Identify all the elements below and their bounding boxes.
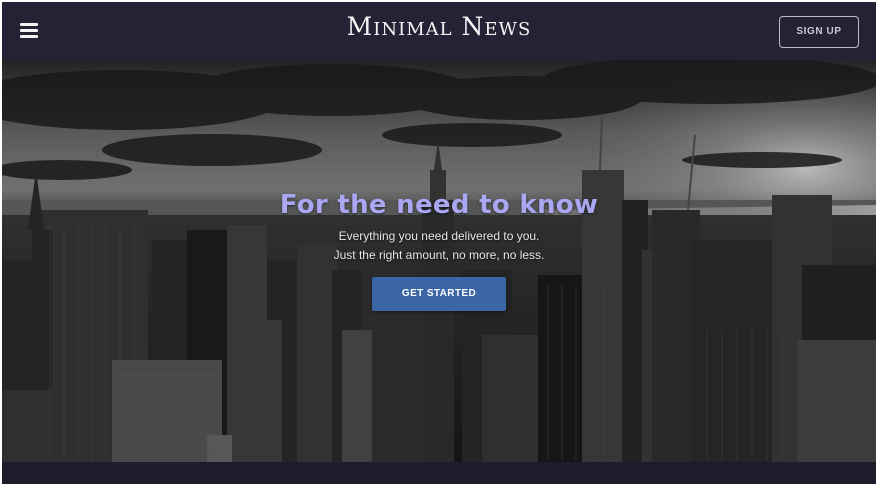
hero-subline-2: Just the right amount, no more, no less. (333, 248, 545, 262)
signup-button[interactable]: SIGN UP (779, 16, 859, 48)
site-logo[interactable]: Minimal News (2, 12, 876, 41)
bottom-bar (2, 462, 876, 484)
top-navbar: Minimal News SIGN UP (2, 2, 876, 60)
page-frame: Minimal News SIGN UP For the need to kno… (2, 2, 876, 484)
hero-section: For the need to know Everything you need… (2, 60, 876, 462)
hero-subline-1: Everything you need delivered to you. (338, 229, 540, 243)
hero-subtext: Everything you need delivered to you. Ju… (2, 227, 876, 265)
get-started-button[interactable]: GET STARTED (372, 277, 506, 311)
hero-headline: For the need to know (279, 190, 599, 220)
hero-content: For the need to know Everything you need… (2, 190, 876, 311)
